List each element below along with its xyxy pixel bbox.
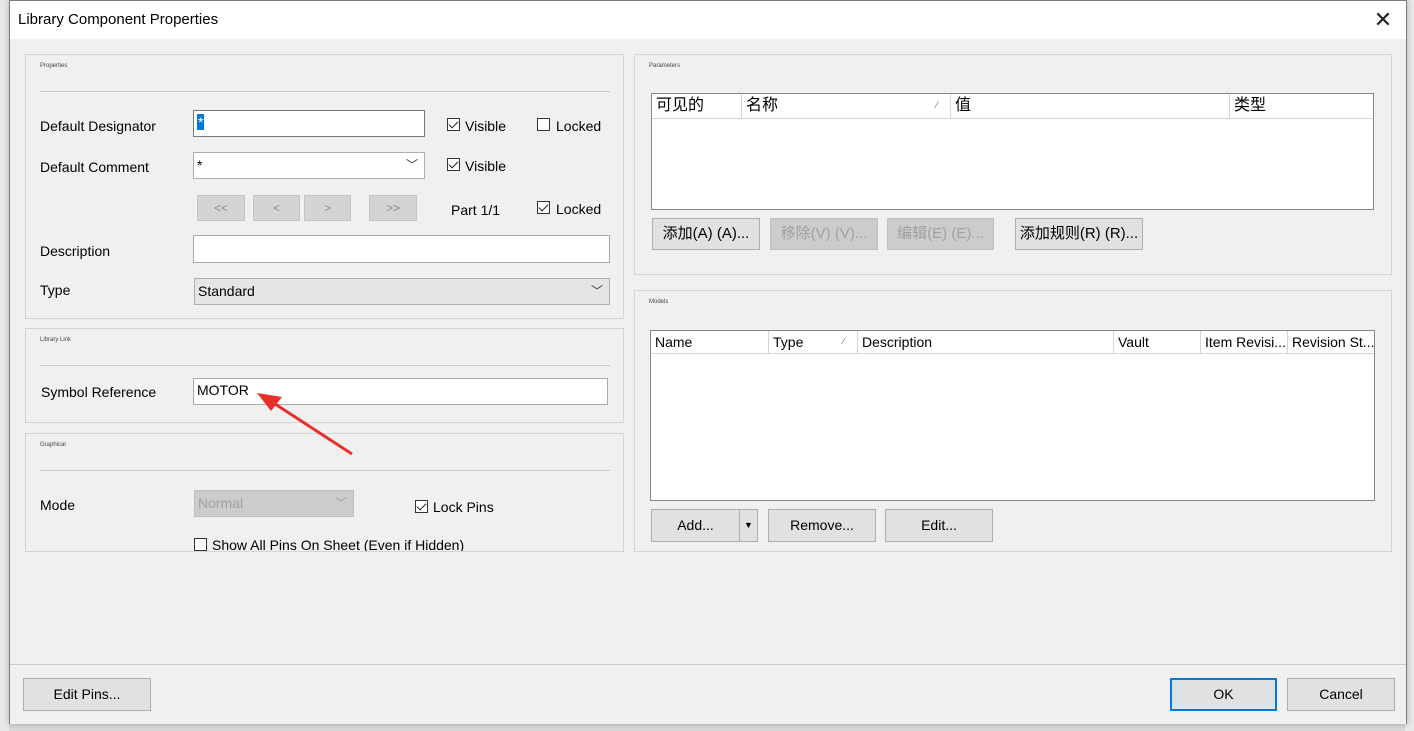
annotation-arrow-shaft bbox=[271, 400, 353, 456]
annotation-arrow bbox=[257, 393, 353, 456]
annotation-arrow-head bbox=[257, 393, 282, 411]
